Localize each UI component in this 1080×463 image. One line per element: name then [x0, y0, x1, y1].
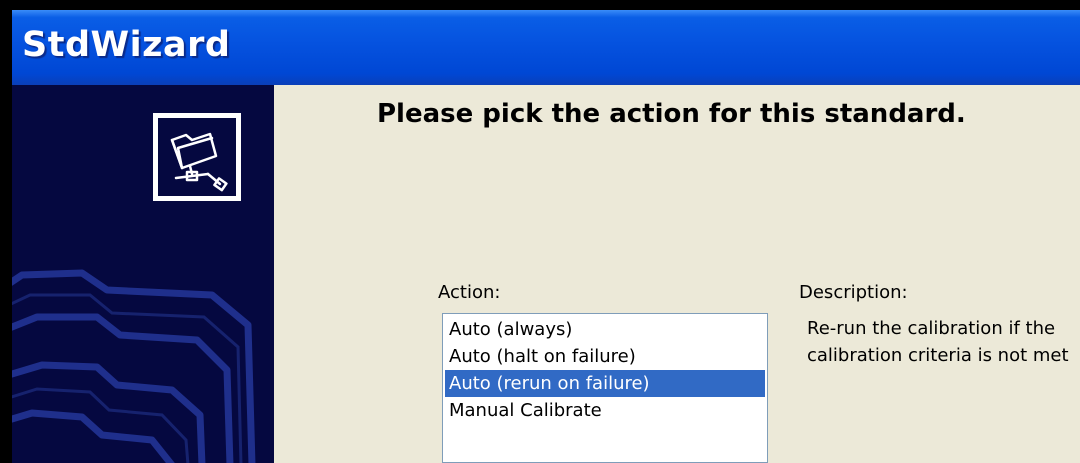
action-listbox[interactable]: Auto (always) Auto (halt on failure) Aut… — [442, 313, 768, 463]
description-line: calibration criteria is not met — [807, 345, 1069, 366]
folder-network-icon — [170, 132, 228, 192]
action-option-manual-calibrate[interactable]: Manual Calibrate — [445, 397, 765, 424]
action-label: Action: — [438, 282, 501, 303]
wizard-sidebar — [12, 85, 274, 463]
description-text: Re-run the calibration if the calibratio… — [807, 315, 1080, 369]
page-title: Please pick the action for this standard… — [377, 99, 966, 129]
action-option-auto-always[interactable]: Auto (always) — [445, 316, 765, 343]
wizard-content: Please pick the action for this standard… — [274, 85, 1080, 463]
wizard-window: StdWizard Please pick the action for thi… — [12, 10, 1080, 463]
action-option-auto-rerun[interactable]: Auto (rerun on failure) — [445, 370, 765, 397]
wizard-logo-frame — [153, 113, 241, 201]
action-option-auto-halt[interactable]: Auto (halt on failure) — [445, 343, 765, 370]
description-line: Re-run the calibration if the — [807, 318, 1056, 339]
window-title: StdWizard — [22, 25, 231, 65]
description-label: Description: — [799, 282, 908, 303]
title-bar[interactable]: StdWizard — [12, 10, 1080, 85]
